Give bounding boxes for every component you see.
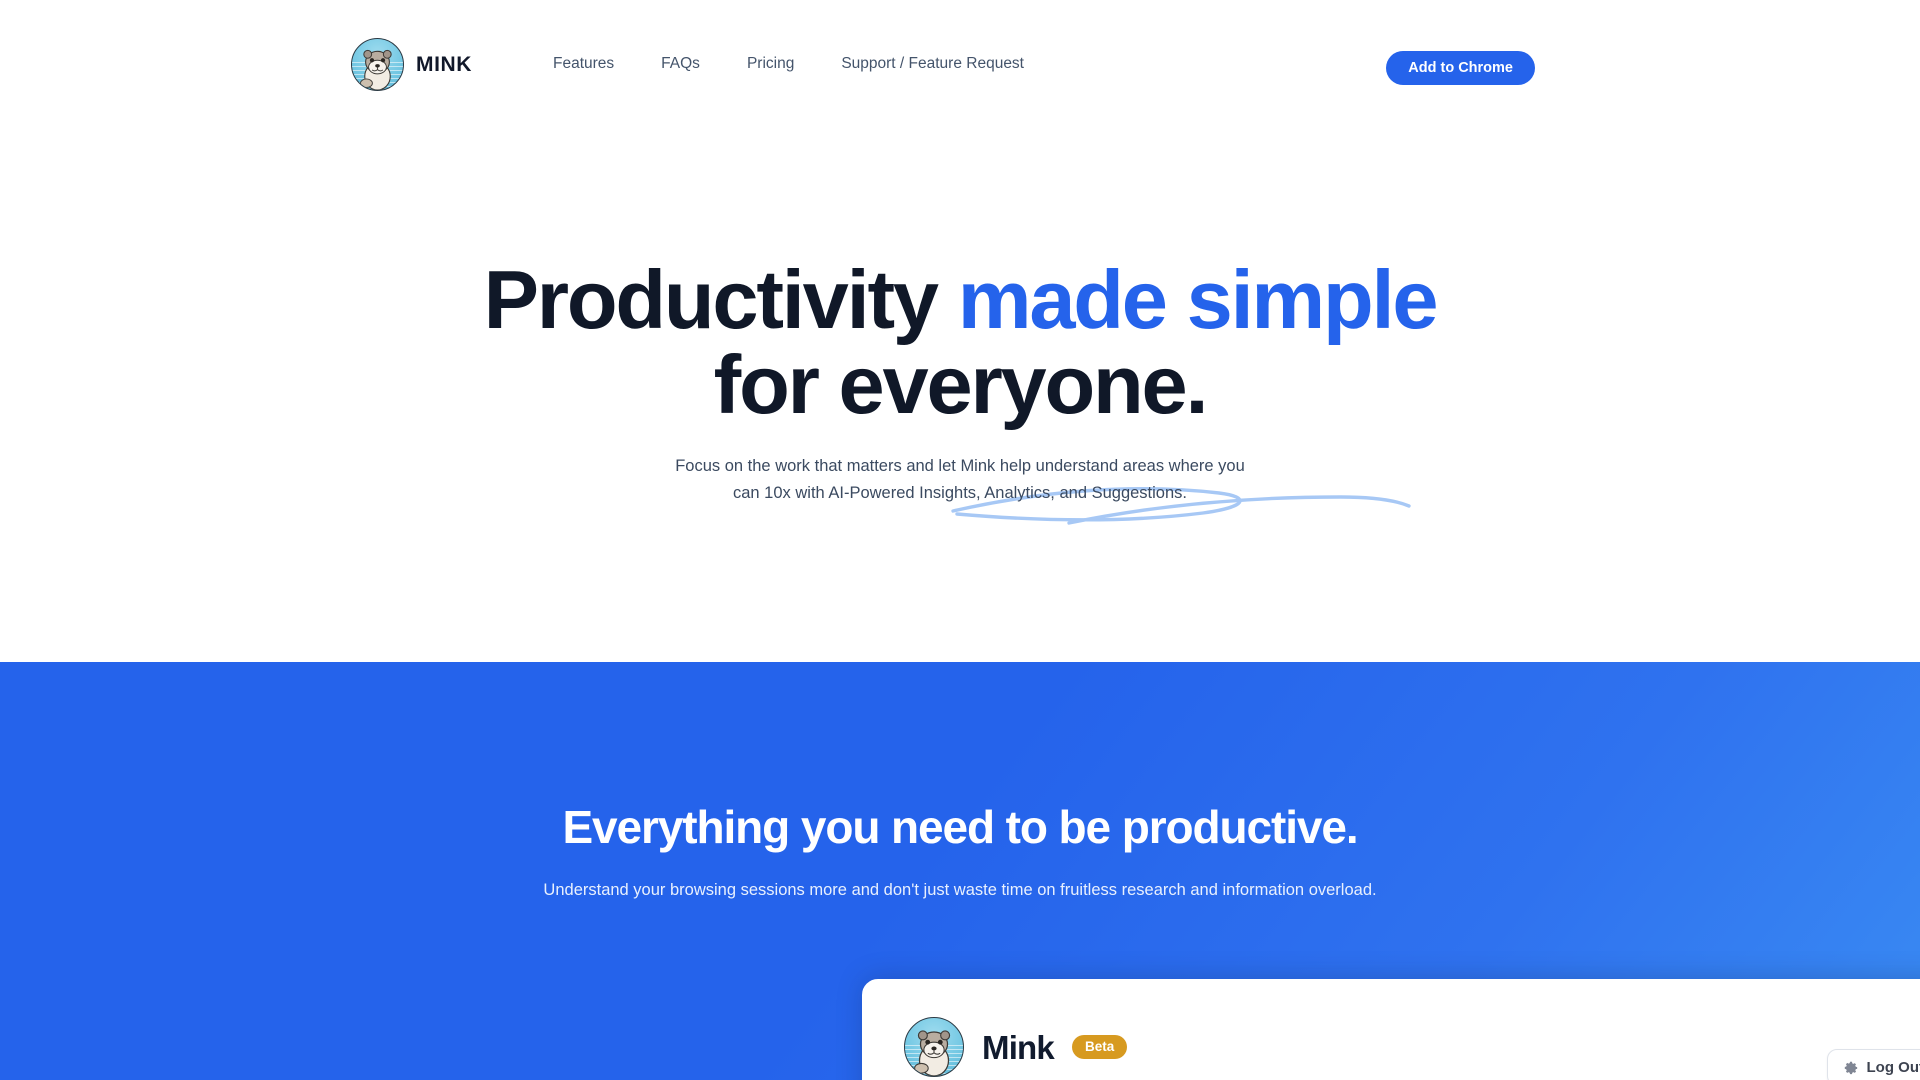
nav-item-faqs[interactable]: FAQs: [661, 50, 700, 78]
app-preview-card: Mink Beta Log Out: [862, 979, 1920, 1080]
app-preview-name: Mink: [982, 1028, 1055, 1066]
otter-glyph: [360, 49, 392, 90]
hero-title-plain: Productivity: [483, 253, 958, 346]
main-navigation: Features FAQs Pricing Support / Feature …: [553, 50, 1024, 78]
hero-title-line1: Productivity made simple: [483, 253, 1439, 346]
nav-item-features[interactable]: Features: [553, 50, 614, 78]
gear-icon: [1844, 1061, 1857, 1074]
app-preview-inner: Mink Beta Log Out: [870, 987, 1920, 1080]
hero-section: Productivity made simple for everyone. F…: [0, 145, 1920, 739]
hero-title-line2: for everyone.: [713, 337, 1209, 431]
app-preview-brand: Mink Beta: [904, 1017, 1920, 1077]
otter-avatar-icon: [351, 38, 404, 91]
features-title: Everything you need to be productive.: [562, 801, 1358, 853]
brand-name: MINK: [416, 53, 473, 76]
otter-glyph: [914, 1030, 951, 1076]
beta-badge: Beta: [1071, 1035, 1128, 1059]
add-to-chrome-button[interactable]: Add to Chrome: [1386, 51, 1535, 85]
features-subtitle: Understand your browsing sessions more a…: [543, 881, 1377, 899]
log-out-label: Log Out: [1866, 1059, 1920, 1076]
otter-avatar-icon: [904, 1017, 964, 1077]
landing-page: MINK Features FAQs Pricing Support / Fea…: [0, 0, 1920, 1080]
nav-item-pricing[interactable]: Pricing: [747, 50, 794, 78]
hero-title-accent: made simple: [957, 253, 1439, 346]
features-section: Everything you need to be productive. Un…: [0, 662, 1920, 1080]
brand-logo-link[interactable]: MINK: [351, 38, 472, 91]
hero-subtitle-line2: can 10x with AI-Powered Insights, Analyt…: [732, 483, 1187, 502]
hero-subtitle: Focus on the work that matters and let M…: [0, 453, 1920, 506]
hero-title: Productivity made simple for everyone.: [0, 257, 1920, 427]
site-header: MINK Features FAQs Pricing Support / Fea…: [0, 0, 1920, 145]
hero-subtitle-line1: Focus on the work that matters and let M…: [675, 457, 1245, 475]
log-out-button[interactable]: Log Out: [1826, 1049, 1920, 1080]
nav-item-support[interactable]: Support / Feature Request: [841, 50, 1024, 78]
